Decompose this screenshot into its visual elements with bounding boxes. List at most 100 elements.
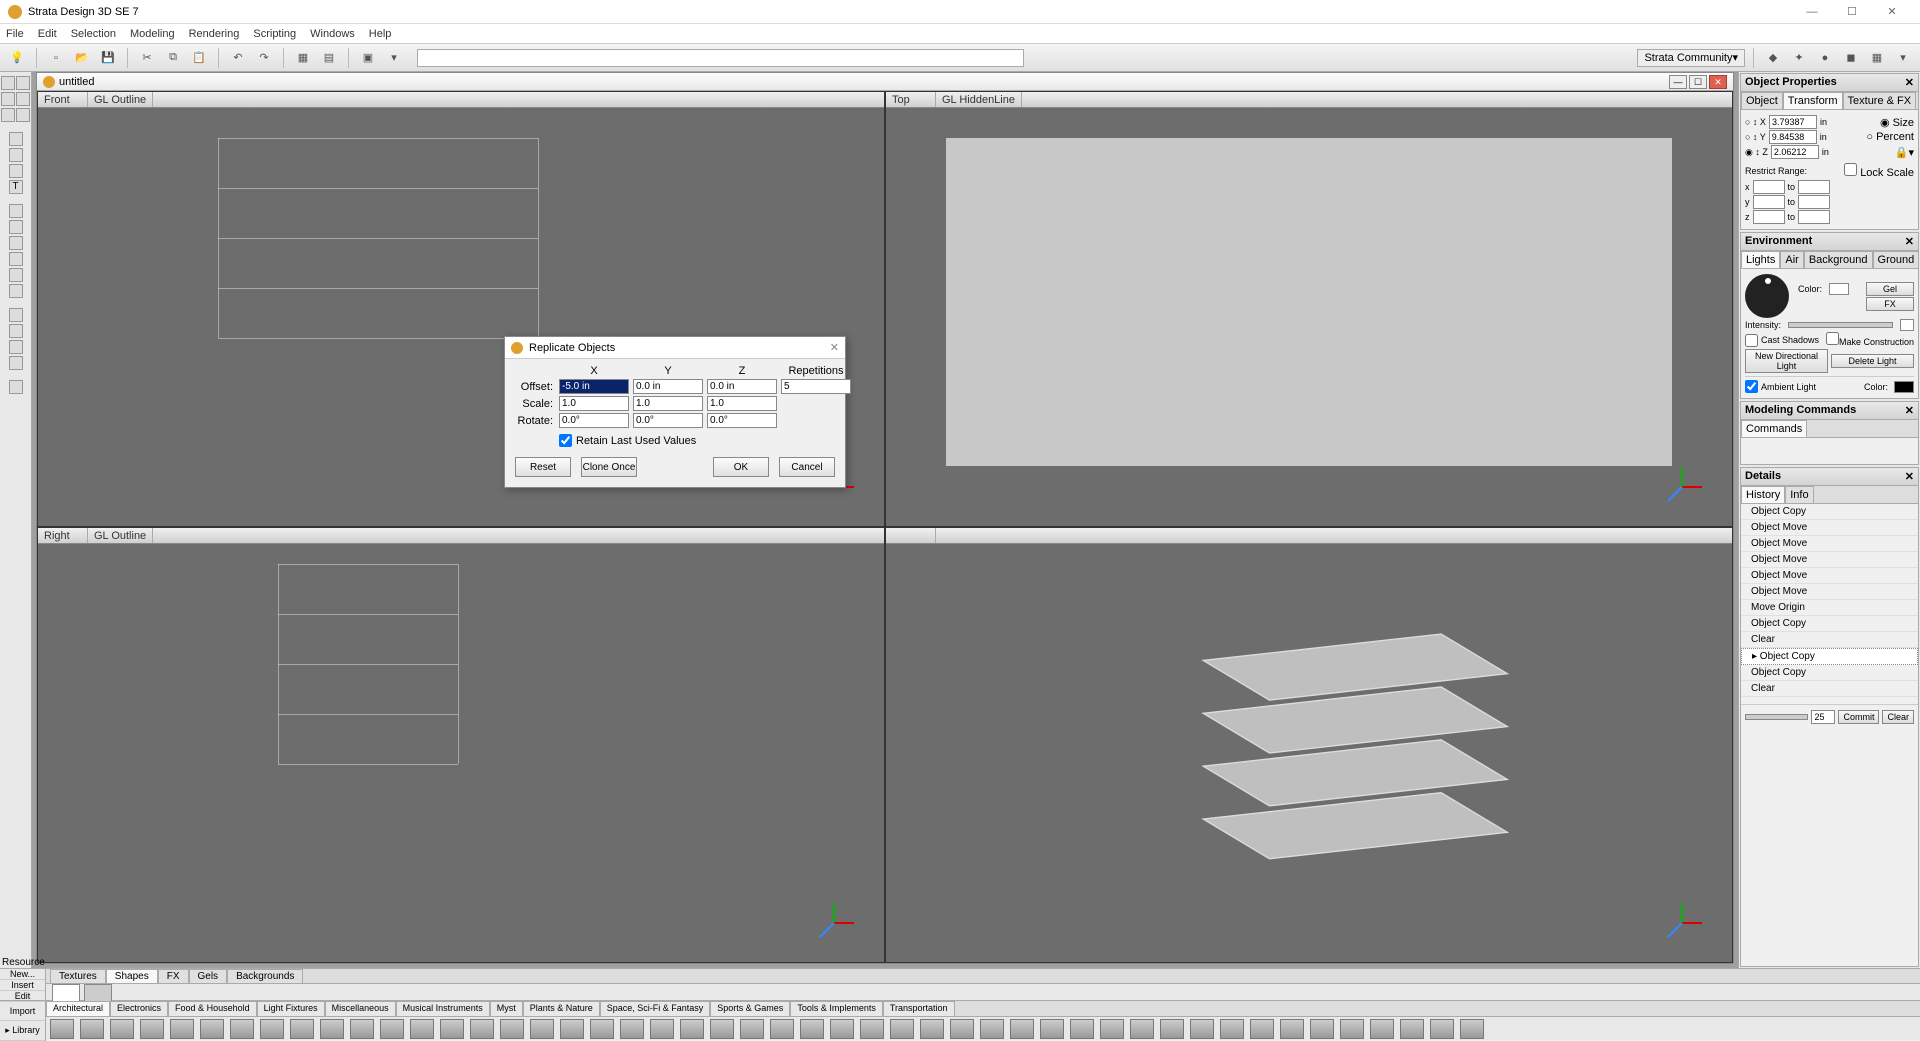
library-object[interactable] bbox=[290, 1019, 314, 1039]
layout-icon[interactable]: ▦ bbox=[292, 47, 314, 69]
clone-once-button[interactable]: Clone Once bbox=[581, 457, 637, 477]
tool-cube[interactable] bbox=[9, 220, 23, 234]
category-tab[interactable]: Electronics bbox=[110, 1001, 168, 1016]
cmd-icon[interactable] bbox=[1762, 443, 1776, 457]
tab-shapes[interactable]: Shapes bbox=[106, 969, 158, 983]
sphere-icon[interactable]: ● bbox=[1814, 47, 1836, 69]
library-object[interactable] bbox=[230, 1019, 254, 1039]
tool-move[interactable] bbox=[16, 76, 30, 90]
dialog-close-button[interactable]: ✕ bbox=[830, 341, 839, 354]
light-dial[interactable] bbox=[1745, 274, 1789, 318]
tool-rect[interactable] bbox=[9, 132, 23, 146]
library-object[interactable] bbox=[530, 1019, 554, 1039]
library-object[interactable] bbox=[50, 1019, 74, 1039]
category-tab[interactable]: Light Fixtures bbox=[257, 1001, 325, 1016]
category-tab[interactable]: Space, Sci-Fi & Fantasy bbox=[600, 1001, 711, 1016]
window-close-button[interactable]: ✕ bbox=[1872, 5, 1912, 18]
cmd-icon[interactable] bbox=[1779, 443, 1793, 457]
tool-circle[interactable] bbox=[9, 148, 23, 162]
category-tab[interactable]: Architectural bbox=[46, 1001, 110, 1016]
library-object[interactable] bbox=[950, 1019, 974, 1039]
help-icon[interactable]: ◆ bbox=[1762, 47, 1784, 69]
menu-modeling[interactable]: Modeling bbox=[130, 28, 175, 40]
library-object[interactable] bbox=[860, 1019, 884, 1039]
intensity-slider[interactable] bbox=[1788, 322, 1893, 328]
library-object[interactable] bbox=[1340, 1019, 1364, 1039]
category-tab[interactable]: Sports & Games bbox=[710, 1001, 790, 1016]
tool-orbit[interactable] bbox=[9, 340, 23, 354]
category-tab[interactable]: Miscellaneous bbox=[325, 1001, 396, 1016]
library-object[interactable] bbox=[1040, 1019, 1064, 1039]
close-icon[interactable]: ✕ bbox=[1905, 235, 1914, 248]
viewport-name[interactable]: Top bbox=[886, 92, 936, 107]
copy-icon[interactable]: ⧉ bbox=[162, 47, 184, 69]
more-icon[interactable]: ▾ bbox=[1892, 47, 1914, 69]
tab-air[interactable]: Air bbox=[1780, 251, 1803, 268]
library-object[interactable] bbox=[1130, 1019, 1154, 1039]
tab-ground[interactable]: Ground bbox=[1873, 251, 1920, 268]
library-object[interactable] bbox=[980, 1019, 1004, 1039]
history-item[interactable]: Object Move bbox=[1741, 536, 1918, 552]
ambient-color-swatch[interactable] bbox=[1894, 381, 1914, 393]
library-object[interactable] bbox=[830, 1019, 854, 1039]
dialog-titlebar[interactable]: Replicate Objects ✕ bbox=[505, 337, 845, 359]
library-object[interactable] bbox=[650, 1019, 674, 1039]
library-object[interactable] bbox=[380, 1019, 404, 1039]
intensity-input[interactable] bbox=[1900, 319, 1914, 331]
library-object[interactable] bbox=[1280, 1019, 1304, 1039]
restrict-x-from[interactable] bbox=[1753, 180, 1785, 194]
library-object[interactable] bbox=[1310, 1019, 1334, 1039]
tool-zoom[interactable] bbox=[9, 356, 23, 370]
viewport-name[interactable]: Right bbox=[38, 528, 88, 543]
history-item[interactable]: Object Move bbox=[1741, 552, 1918, 568]
history-item[interactable]: Object Copy bbox=[1741, 616, 1918, 632]
scale-x-input[interactable] bbox=[559, 396, 629, 411]
tool-rotate[interactable] bbox=[1, 92, 15, 106]
library-object[interactable] bbox=[620, 1019, 644, 1039]
category-tab[interactable]: Tools & Implements bbox=[790, 1001, 883, 1016]
repetitions-input[interactable] bbox=[781, 379, 851, 394]
tab-texturefx[interactable]: Texture & FX bbox=[1843, 92, 1917, 109]
cube-icon[interactable]: ◼ bbox=[1840, 47, 1862, 69]
library-object[interactable] bbox=[890, 1019, 914, 1039]
restrict-y-to[interactable] bbox=[1798, 195, 1830, 209]
undo-icon[interactable]: ↶ bbox=[227, 47, 249, 69]
viewport-name[interactable] bbox=[886, 528, 936, 543]
history-item[interactable]: Object Move bbox=[1741, 520, 1918, 536]
delete-light-button[interactable]: Delete Light bbox=[1831, 354, 1914, 368]
search-input[interactable] bbox=[417, 49, 1024, 67]
lock-icon[interactable]: 🔒▾ bbox=[1895, 146, 1914, 159]
clear-button[interactable]: Clear bbox=[1882, 710, 1914, 724]
history-item[interactable]: Object Move bbox=[1741, 584, 1918, 600]
offset-x-input[interactable] bbox=[559, 379, 629, 394]
menu-file[interactable]: File bbox=[6, 28, 24, 40]
viewport-right[interactable]: Right GL Outline bbox=[37, 527, 885, 963]
close-icon[interactable]: ✕ bbox=[1905, 404, 1914, 417]
import-button[interactable]: Import bbox=[0, 1001, 45, 1021]
restrict-y-from[interactable] bbox=[1753, 195, 1785, 209]
tab-transform[interactable]: Transform bbox=[1783, 92, 1843, 109]
save-icon[interactable]: 💾 bbox=[97, 47, 119, 69]
history-slider[interactable] bbox=[1745, 714, 1808, 720]
tool-poly[interactable] bbox=[9, 164, 23, 178]
library-object[interactable] bbox=[140, 1019, 164, 1039]
library-object[interactable] bbox=[470, 1019, 494, 1039]
library-object[interactable] bbox=[560, 1019, 584, 1039]
menu-edit[interactable]: Edit bbox=[38, 28, 57, 40]
category-tab[interactable]: Plants & Nature bbox=[523, 1001, 600, 1016]
library-object[interactable] bbox=[440, 1019, 464, 1039]
library-object[interactable] bbox=[590, 1019, 614, 1039]
library-object[interactable] bbox=[200, 1019, 224, 1039]
tool-scale[interactable] bbox=[16, 92, 30, 106]
rotate-z-input[interactable] bbox=[707, 413, 777, 428]
z-field[interactable] bbox=[1771, 145, 1819, 159]
library-object[interactable] bbox=[1370, 1019, 1394, 1039]
library-object[interactable] bbox=[710, 1019, 734, 1039]
restrict-z-to[interactable] bbox=[1798, 210, 1830, 224]
tool-select[interactable] bbox=[1, 76, 15, 90]
tab-commands[interactable]: Commands bbox=[1741, 420, 1807, 437]
history-item[interactable]: Clear bbox=[1741, 632, 1918, 648]
library-object[interactable] bbox=[770, 1019, 794, 1039]
tool-link[interactable] bbox=[9, 284, 23, 298]
x-field[interactable] bbox=[1769, 115, 1817, 129]
